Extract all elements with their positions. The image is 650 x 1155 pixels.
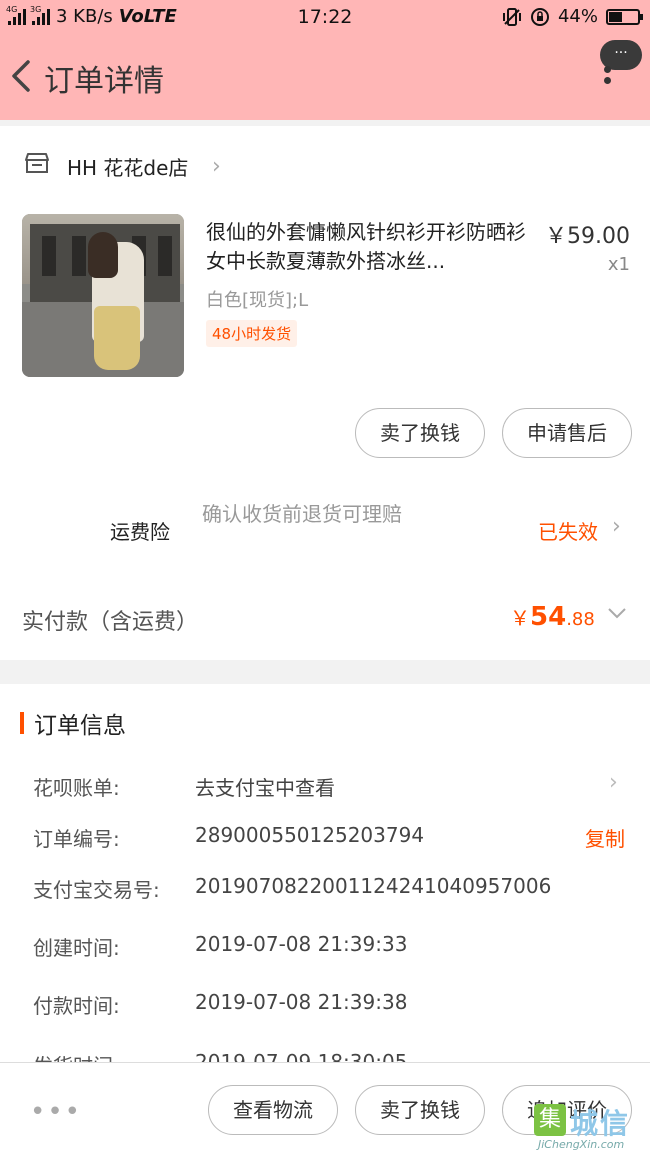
product-quantity: x1 bbox=[607, 254, 630, 275]
copy-button[interactable]: 复制 bbox=[585, 823, 625, 852]
chevron-right-icon: › bbox=[612, 514, 621, 539]
shipping-insurance-row[interactable]: 运费险 确认收货前退货可理赔 已失效 › bbox=[0, 494, 650, 564]
paid-amount-row[interactable]: 实付款（含运费） ￥54.88 bbox=[0, 590, 650, 650]
site-watermark: 集 城信 JiChengXin.com bbox=[530, 1104, 650, 1155]
row-key: 花呗账单: bbox=[33, 776, 120, 800]
store-icon bbox=[25, 153, 49, 173]
watermark-site: JiChengXin.com bbox=[538, 1138, 625, 1151]
view-logistics-button[interactable]: 查看物流 bbox=[208, 1085, 338, 1135]
apply-after-sale-button[interactable]: 申请售后 bbox=[502, 408, 632, 458]
row-value: 289000550125203794 bbox=[195, 823, 425, 847]
row-key: 付款时间: bbox=[33, 994, 120, 1018]
rotation-lock-icon bbox=[530, 7, 549, 26]
insurance-status: 已失效 bbox=[538, 520, 598, 544]
shop-row[interactable]: HH 花花de店 › bbox=[0, 126, 650, 202]
shipping-tag: 48小时发货 bbox=[206, 320, 298, 347]
alipay-trade-row: 支付宝交易号: 2019070822001124241040957006 bbox=[0, 868, 650, 908]
row-key: 支付宝交易号: bbox=[33, 878, 160, 902]
more-actions-icon[interactable]: ••• bbox=[30, 1097, 82, 1127]
chevron-right-icon: › bbox=[609, 770, 618, 795]
huabei-bill-row[interactable]: 花呗账单: 去支付宝中查看 › bbox=[0, 766, 650, 806]
page-title: 订单详情 bbox=[44, 64, 164, 99]
row-value: 2019070822001124241040957006 bbox=[195, 874, 552, 898]
order-info-title: 订单信息 bbox=[34, 713, 126, 739]
order-number-row: 订单编号: 289000550125203794 复制 bbox=[0, 817, 650, 857]
product-item[interactable]: 很仙的外套慵懒风针织衫开衫防晒衫女中长款夏薄款外搭冰丝... ￥59.00 x1… bbox=[0, 202, 650, 392]
paid-time-row: 付款时间: 2019-07-08 21:39:38 bbox=[0, 984, 650, 1024]
status-bar: 4G 3G 3 KB/s VoLTE 17:22 44% bbox=[0, 0, 650, 36]
shop-name: HH 花花de店 bbox=[67, 156, 189, 180]
product-title: 很仙的外套慵懒风针织衫开衫防晒衫女中长款夏薄款外搭冰丝... bbox=[206, 220, 526, 273]
created-time-row: 创建时间: 2019-07-08 21:39:33 bbox=[0, 926, 650, 966]
chevron-right-icon: › bbox=[212, 154, 221, 179]
paid-label: 实付款（含运费） bbox=[22, 610, 199, 635]
accent-bar bbox=[20, 712, 24, 734]
sell-for-cash-button[interactable]: 卖了换钱 bbox=[355, 1085, 485, 1135]
paid-amount: ￥54.88 bbox=[510, 602, 595, 632]
kebab-menu-icon[interactable] bbox=[602, 66, 612, 94]
product-thumbnail bbox=[22, 214, 184, 377]
watermark-text: 城信 bbox=[570, 1107, 631, 1140]
section-divider bbox=[0, 660, 650, 684]
row-value: 2019-07-08 21:39:33 bbox=[195, 932, 408, 956]
insurance-label: 运费险 bbox=[110, 520, 170, 544]
product-sku: 白色[现货];L bbox=[206, 290, 309, 311]
row-key: 创建时间: bbox=[33, 936, 120, 960]
shipped-time-row: 发货时间: 2019-07-09 18:30:05 bbox=[0, 1044, 650, 1064]
battery-icon bbox=[606, 8, 643, 25]
insurance-desc: 确认收货前退货可理赔 bbox=[202, 502, 402, 526]
row-value: 2019-07-08 21:39:38 bbox=[195, 990, 408, 1014]
row-value: 去支付宝中查看 bbox=[195, 776, 335, 800]
product-price: ￥59.00 bbox=[545, 224, 630, 249]
vibrate-icon bbox=[502, 7, 521, 26]
nav-bar: 订单详情 ··· bbox=[0, 36, 650, 120]
row-key: 订单编号: bbox=[33, 827, 120, 851]
watermark-logo: 集 bbox=[534, 1104, 566, 1136]
status-right: 44% bbox=[502, 6, 643, 27]
sell-for-cash-button[interactable]: 卖了换钱 bbox=[355, 408, 485, 458]
order-info-header: 订单信息 bbox=[0, 700, 650, 744]
battery-percent: 44% bbox=[557, 6, 598, 27]
chevron-down-icon[interactable] bbox=[606, 602, 628, 624]
back-icon[interactable] bbox=[6, 56, 36, 96]
